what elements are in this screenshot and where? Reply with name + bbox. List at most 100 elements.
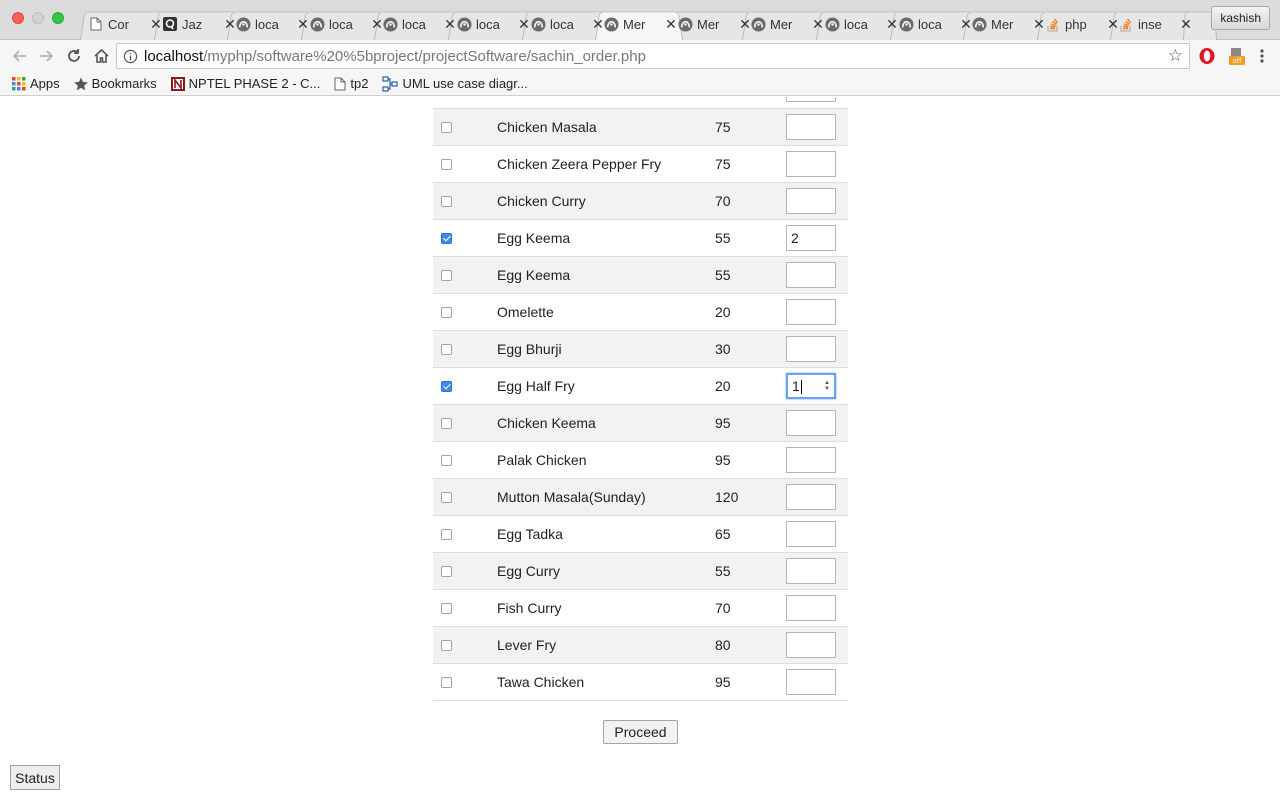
bookmark-label: NPTEL PHASE 2 - C... [188, 76, 321, 91]
table-row: Chicken Keema 95 [433, 404, 848, 441]
bookmark-item[interactable]: Apps [12, 76, 60, 91]
browser-tab-content[interactable]: Mer ✕ [750, 8, 824, 40]
quantity-input[interactable] [786, 298, 836, 325]
browser-tab-content[interactable]: Cor ✕ [88, 8, 162, 40]
quantity-input[interactable] [786, 631, 836, 658]
item-checkbox[interactable] [441, 344, 452, 356]
quora-icon [162, 16, 178, 32]
maximize-window-button[interactable] [52, 12, 64, 24]
item-checkbox[interactable] [441, 418, 452, 430]
bookmark-item[interactable]: Bookmarks [73, 76, 157, 91]
quantity-input[interactable] [786, 594, 836, 621]
item-checkbox[interactable] [441, 307, 452, 319]
apps-grid-icon [12, 76, 26, 91]
item-checkbox[interactable] [441, 529, 452, 541]
quantity-input[interactable]: 2 [786, 224, 836, 251]
browser-tab-content[interactable]: Mer ✕ [677, 8, 751, 40]
browser-tab-content[interactable]: Mer ✕ [971, 8, 1045, 40]
quantity-input[interactable] [786, 261, 836, 288]
item-checkbox[interactable] [441, 603, 452, 615]
item-checkbox[interactable] [441, 233, 452, 245]
opera-extension-icon[interactable] [1196, 45, 1218, 67]
item-checkbox[interactable] [441, 566, 452, 578]
item-name: Lever Fry [497, 636, 557, 653]
tab-close-icon[interactable]: ✕ [1033, 16, 1045, 33]
quantity-input[interactable] [786, 483, 836, 510]
quantity-input[interactable] [786, 187, 836, 214]
item-name: Egg Keema [497, 229, 571, 246]
home-button[interactable] [89, 44, 113, 68]
item-checkbox[interactable] [441, 159, 452, 171]
item-checkbox[interactable] [441, 122, 452, 134]
tab-close-icon[interactable]: ✕ [812, 16, 824, 33]
item-checkbox[interactable] [441, 270, 452, 282]
quantity-input[interactable] [786, 335, 836, 362]
arrow-right-icon [40, 50, 54, 62]
browser-tab-content[interactable]: Mer ✕ [603, 8, 677, 40]
tab-close-icon[interactable]: ✕ [297, 16, 309, 33]
tab-close-icon[interactable]: ✕ [886, 16, 898, 33]
browser-tab-content[interactable]: loca ✕ [530, 8, 604, 40]
browser-tab-content[interactable]: loca ✕ [898, 8, 972, 40]
tab-close-icon[interactable]: ✕ [1180, 16, 1192, 33]
item-checkbox[interactable] [441, 381, 452, 393]
bookmark-star-icon[interactable]: ☆ [1168, 46, 1183, 66]
browser-tab-content[interactable]: loca ✕ [235, 8, 309, 40]
bookmark-item[interactable]: UML use case diagr... [382, 75, 528, 92]
item-checkbox[interactable] [441, 196, 452, 208]
forward-button[interactable] [34, 44, 58, 68]
spinner-arrows-icon[interactable]: ▲ ▼ [823, 380, 831, 392]
quantity-input[interactable] [786, 97, 836, 103]
bookmark-item[interactable]: tp2 [334, 76, 368, 91]
bookmark-item[interactable]: NPTEL PHASE 2 - C... [170, 76, 321, 91]
phpmyadmin-icon [456, 16, 472, 32]
item-checkbox[interactable] [441, 492, 452, 504]
back-button[interactable] [8, 44, 32, 68]
tab-close-icon[interactable]: ✕ [518, 16, 530, 33]
item-price: 70 [715, 599, 731, 616]
item-checkbox[interactable] [441, 640, 452, 652]
table-row: Chicken Masala 75 [433, 108, 848, 145]
quantity-input[interactable]: 1 ▲ ▼ [786, 372, 836, 399]
bookmark-label: tp2 [350, 76, 369, 91]
tab-close-icon[interactable]: ✕ [444, 16, 456, 33]
tab-title: loca [550, 16, 574, 32]
item-price: 20 [715, 377, 731, 394]
status-button[interactable]: Status [10, 765, 60, 790]
profile-button[interactable]: kashish [1211, 6, 1270, 30]
item-checkbox[interactable] [441, 677, 452, 689]
phpmyadmin-icon [750, 16, 766, 32]
stackoverflow-icon [1118, 16, 1134, 32]
tab-title: Mer [770, 16, 793, 32]
tab-close-icon[interactable]: ✕ [150, 16, 162, 33]
browser-tab-content[interactable]: loca ✕ [456, 8, 530, 40]
browser-tab-content[interactable]: php ✕ [1045, 8, 1119, 40]
tab-title: Mer [991, 16, 1014, 32]
quantity-value: 2 [791, 229, 799, 246]
page-content: Chicken Masala 75 Chicken Zeera Pepper Fry… [0, 97, 1280, 800]
tab-close-icon[interactable]: ✕ [665, 16, 677, 33]
item-checkbox[interactable] [441, 455, 452, 467]
minimize-window-button[interactable] [32, 12, 44, 24]
page-icon [88, 16, 104, 32]
quantity-input[interactable] [786, 557, 836, 584]
browser-tab-content[interactable]: loca ✕ [382, 8, 456, 40]
quantity-input[interactable] [786, 520, 836, 547]
reload-button[interactable] [62, 44, 86, 68]
chrome-menu-button[interactable] [1251, 45, 1273, 67]
extension-off-icon[interactable]: off [1226, 45, 1248, 67]
quantity-input[interactable] [786, 446, 836, 473]
close-window-button[interactable] [12, 12, 24, 24]
proceed-button[interactable]: Proceed [603, 720, 678, 744]
quantity-input[interactable] [786, 668, 836, 695]
browser-tab-content[interactable]: loca ✕ [824, 8, 898, 40]
more-vertical-icon [1260, 49, 1264, 63]
quantity-input[interactable] [786, 150, 836, 177]
item-name: Omelette [497, 303, 554, 320]
quantity-input[interactable] [786, 113, 836, 140]
browser-tab-content[interactable]: Jaz ✕ [162, 8, 236, 40]
browser-tab-content[interactable]: loca ✕ [309, 8, 383, 40]
browser-tab-content[interactable]: inse ✕ [1118, 8, 1192, 40]
quantity-input[interactable] [786, 409, 836, 436]
address-bar[interactable]: localhost/myphp/software%20%5bproject/pr… [116, 43, 1190, 69]
